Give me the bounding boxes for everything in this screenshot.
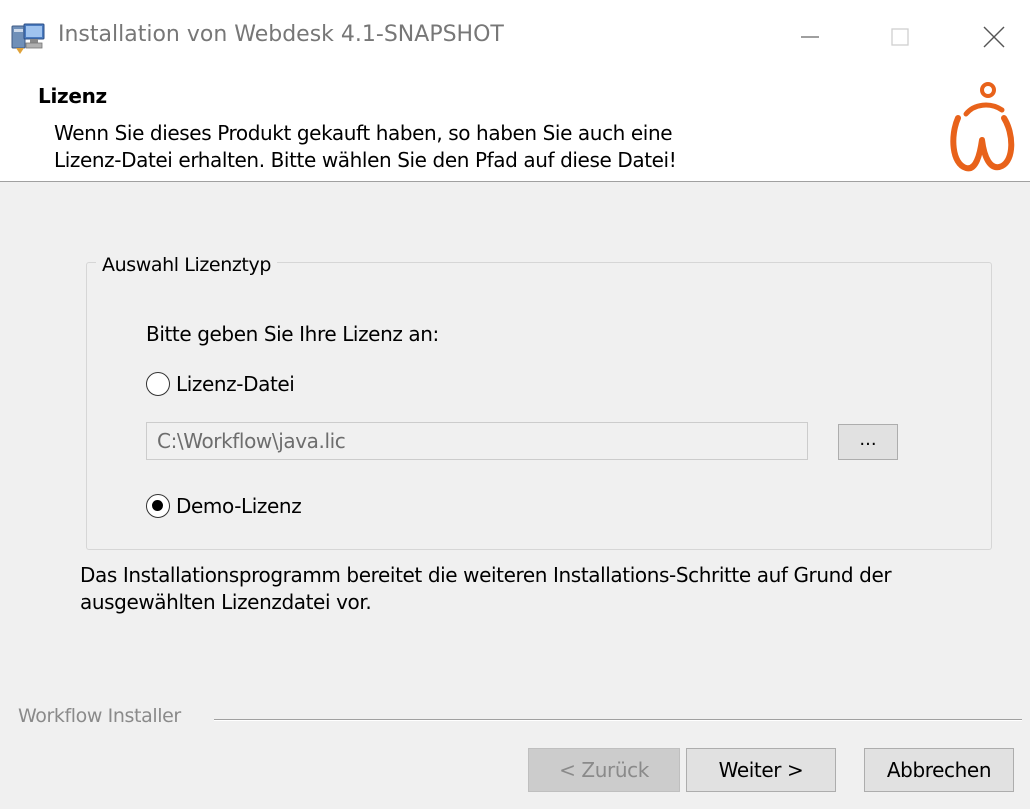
- title-bar: Installation von Webdesk 4.1-SNAPSHOT: [0, 0, 1030, 76]
- page-title: Lizenz: [38, 84, 107, 108]
- license-prompt: Bitte geben Sie Ihre Lizenz an:: [146, 322, 439, 346]
- page-description: Wenn Sie dieses Produkt gekauft haben, s…: [54, 120, 677, 174]
- webdesk-logo-icon: [950, 82, 1015, 172]
- license-path-input[interactable]: [146, 422, 808, 460]
- radio-license-file[interactable]: Lizenz-Datei: [146, 372, 295, 396]
- info-text: Das Installationsprogramm bereitet die w…: [80, 562, 892, 616]
- maximize-icon: [891, 28, 909, 46]
- info-line: Das Installationsprogramm bereitet die w…: [80, 563, 892, 587]
- footer-divider: [214, 719, 1022, 721]
- description-line: Lizenz-Datei erhalten. Bitte wählen Sie …: [54, 148, 677, 172]
- close-button[interactable]: [964, 14, 1024, 60]
- radio-label: Demo-Lizenz: [176, 494, 302, 518]
- next-button[interactable]: Weiter >: [686, 748, 836, 792]
- minimize-icon: [801, 36, 819, 38]
- minimize-button[interactable]: [780, 14, 840, 60]
- radio-label: Lizenz-Datei: [176, 372, 295, 396]
- group-legend: Auswahl Lizenztyp: [96, 254, 277, 276]
- cancel-button[interactable]: Abbrechen: [864, 748, 1014, 792]
- close-icon: [983, 26, 1005, 48]
- installer-computer-icon: [11, 23, 45, 54]
- back-button[interactable]: < Zurück: [528, 748, 680, 792]
- footer-brand: Workflow Installer: [18, 705, 181, 727]
- radio-circle[interactable]: [146, 372, 170, 396]
- info-line: ausgewählten Lizenzdatei vor.: [80, 590, 372, 614]
- wizard-header: Lizenz Wenn Sie dieses Produkt gekauft h…: [0, 76, 1030, 182]
- window-title: Installation von Webdesk 4.1-SNAPSHOT: [58, 22, 504, 47]
- description-line: Wenn Sie dieses Produkt gekauft haben, s…: [54, 121, 673, 145]
- radio-circle-checked[interactable]: [146, 494, 170, 518]
- browse-button[interactable]: ...: [838, 424, 898, 460]
- radio-demo-license[interactable]: Demo-Lizenz: [146, 494, 302, 518]
- maximize-button: [870, 14, 930, 60]
